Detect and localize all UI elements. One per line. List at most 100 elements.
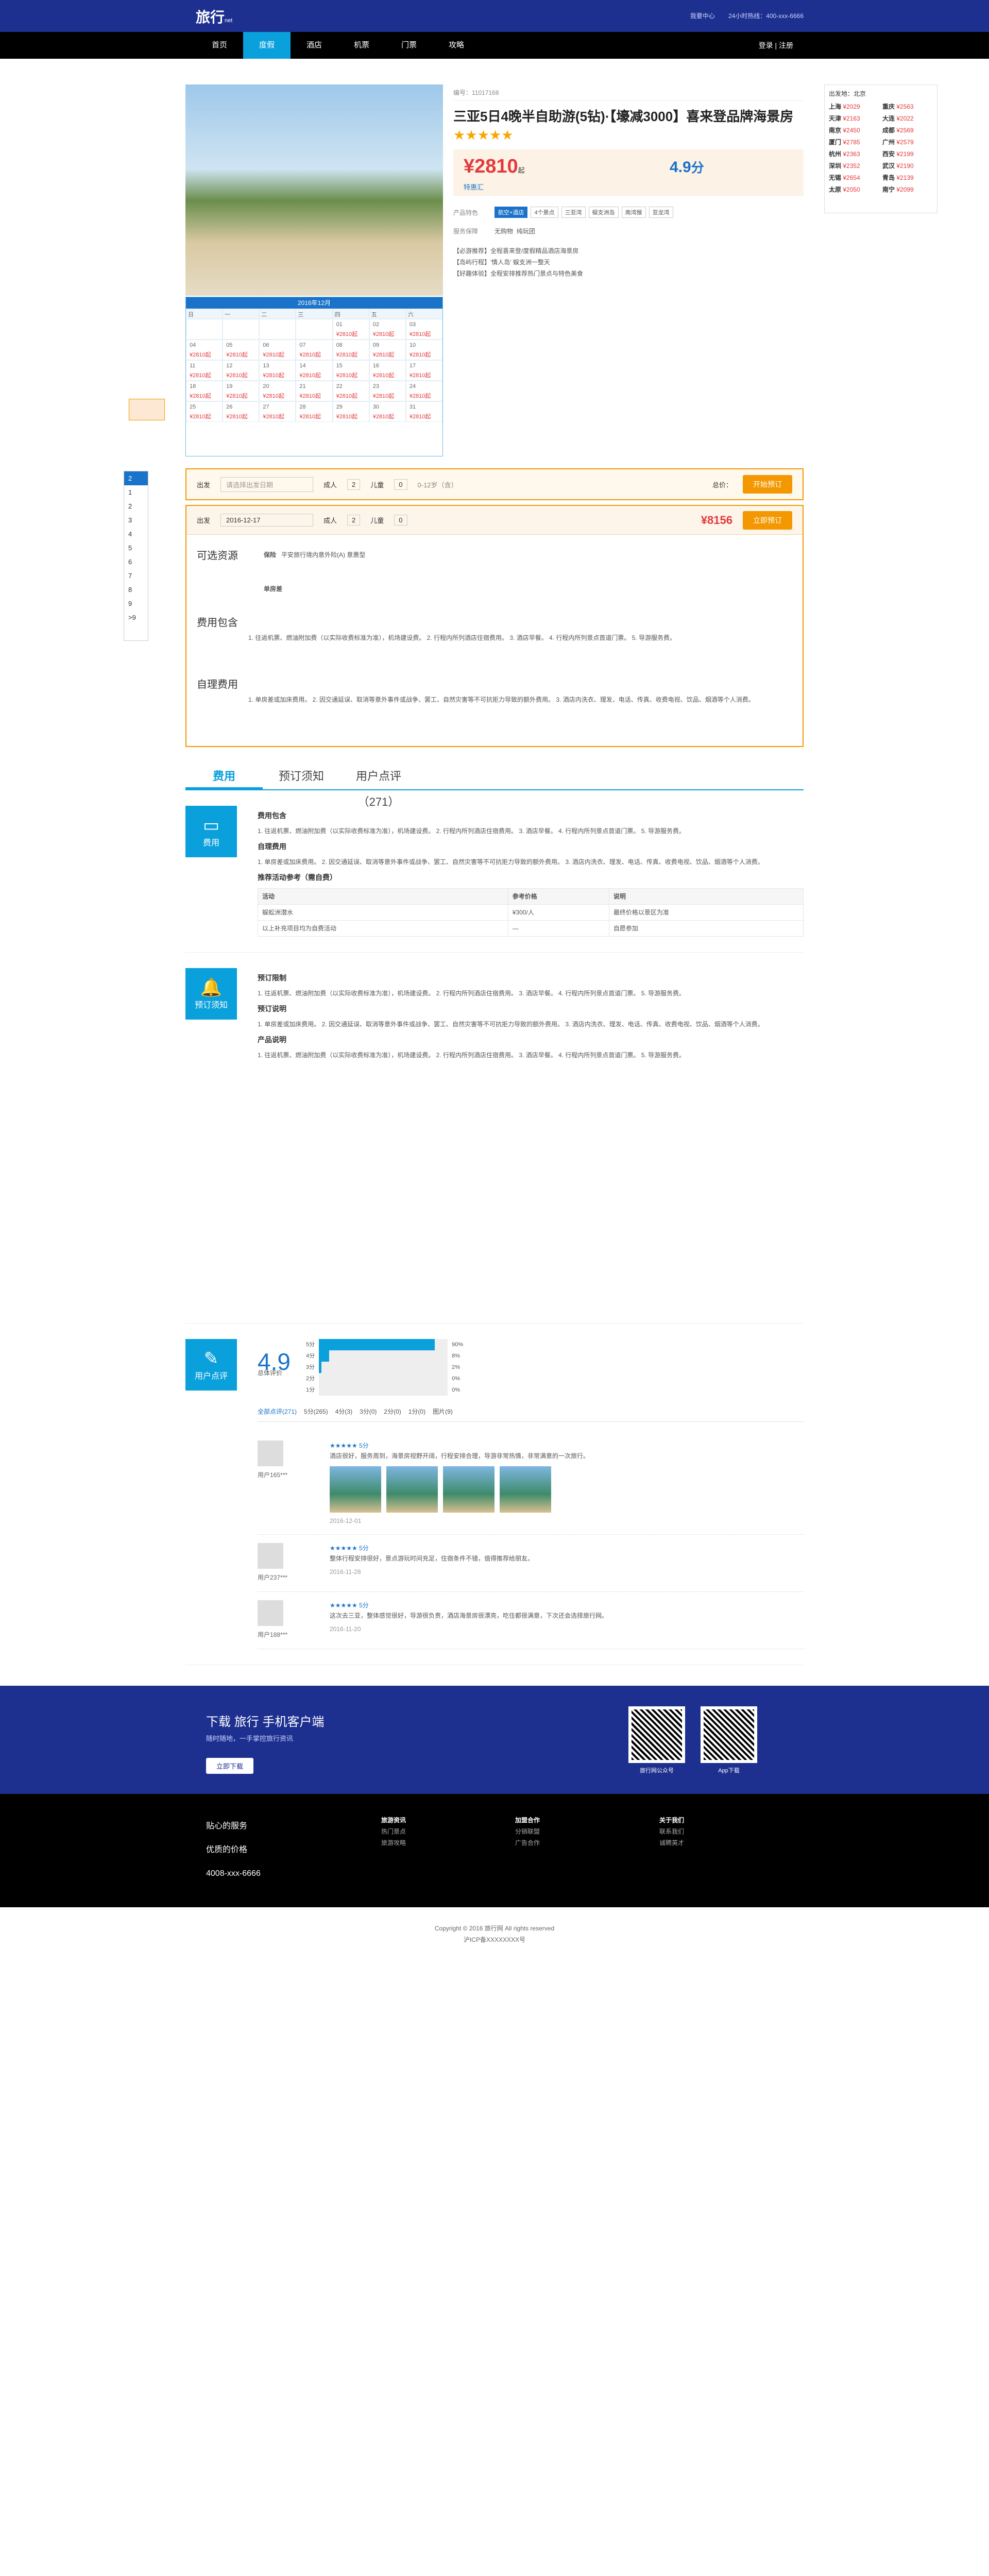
calendar-day[interactable]: 04 ¥2810起 (186, 340, 223, 360)
date-input[interactable]: 请选择出发日期 (220, 477, 314, 492)
calendar-day[interactable]: 26 ¥2810起 (223, 401, 260, 422)
adult-select[interactable]: 2 (347, 479, 361, 490)
calendar-day[interactable]: 06 ¥2810起 (259, 340, 296, 360)
dropdown-option[interactable]: 1 (124, 485, 148, 499)
dropdown-option[interactable]: 6 (124, 555, 148, 569)
calendar-day[interactable]: 11 ¥2810起 (186, 360, 223, 381)
calendar-day[interactable]: 27 ¥2810起 (259, 401, 296, 422)
child-select[interactable]: 0 (394, 515, 407, 526)
calendar-day[interactable]: 30 ¥2810起 (369, 401, 406, 422)
dropdown-option[interactable]: 8 (124, 583, 148, 597)
calendar-day[interactable]: 20 ¥2810起 (259, 381, 296, 401)
review-tab[interactable]: 3分(0) (360, 1406, 377, 1417)
city-price[interactable]: 重庆 ¥2563 (882, 102, 933, 111)
tag[interactable]: 三亚湾 (561, 207, 586, 218)
city-price[interactable]: 青岛 ¥2139 (882, 173, 933, 182)
city-price[interactable]: 武汉 ¥2190 (882, 161, 933, 170)
tag[interactable]: 航空+酒店 (494, 207, 528, 218)
nav-hotel[interactable]: 酒店 (291, 32, 338, 59)
download-button[interactable]: 立即下载 (206, 1758, 254, 1774)
date-input-filled[interactable]: 2016-12-17 (220, 514, 314, 527)
dropdown-option[interactable]: 7 (124, 569, 148, 583)
nav-ticket[interactable]: 门票 (385, 32, 433, 59)
calendar-day[interactable]: 29 ¥2810起 (332, 401, 369, 422)
fee-label: 费用包含 (197, 617, 238, 629)
review-tab[interactable]: 5分(265) (304, 1406, 328, 1417)
tag[interactable]: 南湾猴 (621, 207, 646, 218)
nav-guide[interactable]: 攻略 (433, 32, 480, 59)
login-link[interactable]: 登录 | 注册 (759, 32, 793, 59)
review-tab[interactable]: 4分(3) (335, 1406, 352, 1417)
calendar-day[interactable]: 19 ¥2810起 (223, 381, 260, 401)
my-center-link[interactable]: 我要中心 (690, 11, 715, 20)
calendar-day[interactable]: 07 ¥2810起 (296, 340, 333, 360)
city-price[interactable]: 上海 ¥2029 (829, 102, 879, 111)
city-price[interactable]: 广州 ¥2579 (882, 138, 933, 146)
dropdown-option[interactable]: 9 (124, 597, 148, 611)
calendar-day[interactable]: 16 ¥2810起 (369, 360, 406, 381)
calendar-day[interactable]: 15 ¥2810起 (332, 360, 369, 381)
dropdown-option[interactable]: 2 (124, 499, 148, 513)
calendar-day[interactable]: 01 ¥2810起 (332, 319, 369, 340)
calendar-day[interactable]: 12 ¥2810起 (223, 360, 260, 381)
calendar-day[interactable]: 10 ¥2810起 (405, 340, 442, 360)
review-tab[interactable]: 全部点评(271) (258, 1406, 297, 1417)
tag[interactable]: 亚龙湾 (649, 207, 673, 218)
tab-fee[interactable]: 费用 (185, 764, 263, 789)
calendar-day[interactable]: 08 ¥2810起 (332, 340, 369, 360)
city-price[interactable]: 大连 ¥2022 (882, 114, 933, 123)
calendar-day[interactable]: 25 ¥2810起 (186, 401, 223, 422)
tag[interactable]: 4个景点 (531, 207, 558, 218)
review-tab[interactable]: 图片(9) (433, 1406, 453, 1417)
calendar-day[interactable]: 18 ¥2810起 (186, 381, 223, 401)
adult-select[interactable]: 2 (347, 515, 361, 526)
calendar-day[interactable]: 23 ¥2810起 (369, 381, 406, 401)
calendar-day[interactable]: 05 ¥2810起 (223, 340, 260, 360)
city-price[interactable]: 成都 ¥2569 (882, 126, 933, 134)
calendar-day[interactable]: 13 ¥2810起 (259, 360, 296, 381)
calendar-day[interactable]: 22 ¥2810起 (332, 381, 369, 401)
dropdown-selected[interactable]: 2 (124, 471, 148, 485)
nav-flight[interactable]: 机票 (338, 32, 385, 59)
review-tab[interactable]: 2分(0) (384, 1406, 401, 1417)
city-price[interactable]: 深圳 ¥2352 (829, 161, 879, 170)
review-section: ✎ 用户点评 4.9 总体评价 5分 90% 4分 8% 3分 2% 2分 0% 1分 0% 全部点评… (185, 1324, 804, 1665)
city-price[interactable]: 杭州 ¥2363 (829, 149, 879, 158)
city-price[interactable]: 无锡 ¥2654 (829, 173, 879, 182)
calendar-day[interactable]: 24 ¥2810起 (405, 381, 442, 401)
tag[interactable]: 蜈支洲岛 (588, 207, 619, 218)
calendar-day[interactable]: 09 ¥2810起 (369, 340, 406, 360)
fee-text: 1. 往返机票、燃油附加费（以实际收费标准为准），机场建设费。 2. 行程内所列… (248, 634, 676, 641)
qr-code (701, 1706, 757, 1763)
site-logo[interactable]: 旅行net (196, 6, 232, 27)
nav-vacation[interactable]: 度假 (243, 32, 291, 59)
start-booking-button[interactable]: 开始预订 (743, 475, 792, 494)
book-now-button[interactable]: 立即预订 (743, 511, 792, 530)
city-price[interactable]: 南宁 ¥2099 (882, 185, 933, 194)
child-select[interactable]: 0 (394, 479, 407, 490)
dropdown-option[interactable]: >9 (124, 611, 148, 624)
calendar-day[interactable]: 14 ¥2810起 (296, 360, 333, 381)
dropdown-option[interactable]: 3 (124, 513, 148, 527)
calendar-day[interactable]: 03 ¥2810起 (405, 319, 442, 340)
dropdown-option[interactable]: 5 (124, 541, 148, 555)
calendar-day[interactable]: 21 ¥2810起 (296, 381, 333, 401)
city-price[interactable]: 南京 ¥2450 (829, 126, 879, 134)
city-price[interactable]: 厦门 ¥2785 (829, 138, 879, 146)
calendar-day[interactable]: 02 ¥2810起 (369, 319, 406, 340)
review-tab[interactable]: 1分(0) (408, 1406, 425, 1417)
tab-notice[interactable]: 预订须知 (263, 764, 340, 789)
city-price[interactable]: 太原 ¥2050 (829, 185, 879, 194)
city-price[interactable]: 天津 ¥2163 (829, 114, 879, 123)
price-calendar[interactable]: 2016年12月 日一二三四五六 01 ¥2810起 02 ¥2810起 03 ¥2810起… (185, 297, 443, 456)
city-price[interactable]: 西安 ¥2199 (882, 149, 933, 158)
calendar-day[interactable]: 17 ¥2810起 (405, 360, 442, 381)
calendar-day[interactable]: 31 ¥2810起 (405, 401, 442, 422)
adult-dropdown[interactable]: 2 1 2 3 4 5 6 7 8 9 >9 (124, 471, 148, 641)
product-gallery[interactable] (185, 84, 443, 296)
dropdown-option[interactable]: 4 (124, 527, 148, 541)
nav-home[interactable]: 首页 (196, 32, 243, 59)
calendar-day (186, 319, 223, 340)
tab-reviews[interactable]: 用户点评（271） (340, 764, 417, 808)
calendar-day[interactable]: 28 ¥2810起 (296, 401, 333, 422)
